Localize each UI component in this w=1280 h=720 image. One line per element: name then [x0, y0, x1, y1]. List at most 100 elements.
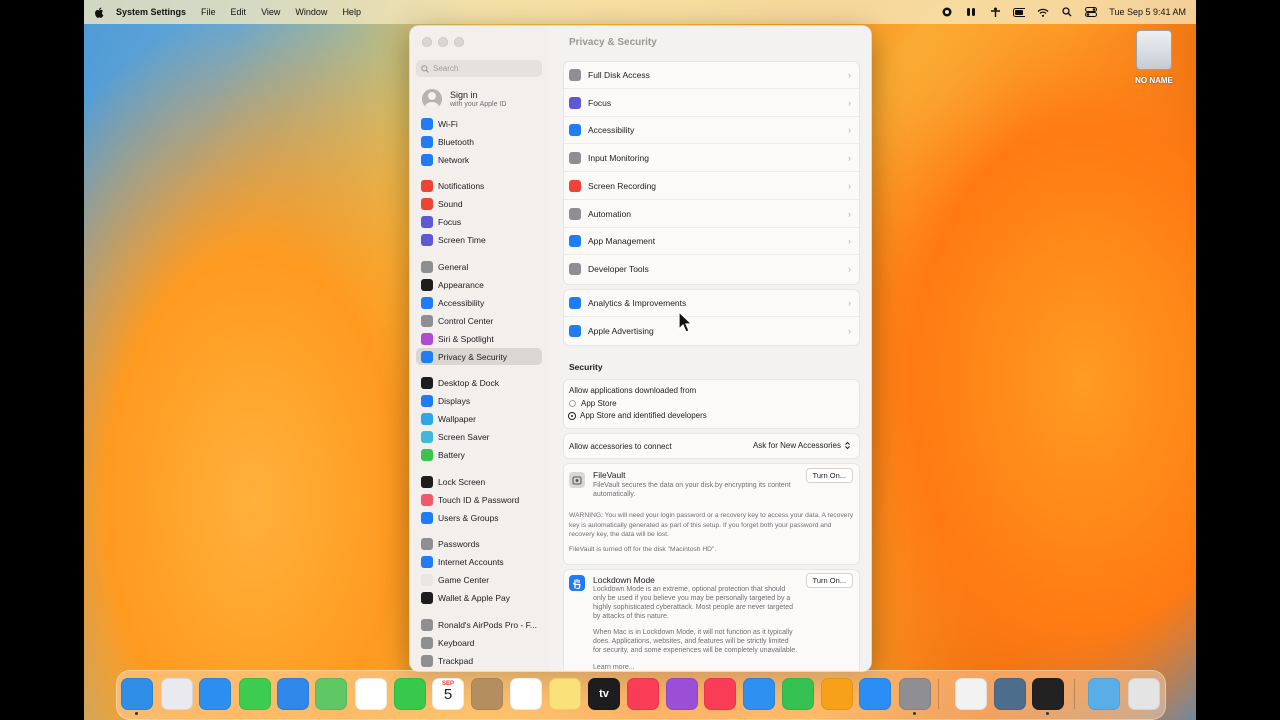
- sidebar-item-accessibility[interactable]: Accessibility: [416, 294, 542, 311]
- calendar-icon[interactable]: SEP 5: [432, 678, 464, 710]
- row-developer-tools[interactable]: Developer Tools ›: [564, 256, 859, 283]
- menu-view[interactable]: View: [261, 7, 280, 17]
- numbers-icon[interactable]: [782, 678, 814, 710]
- wifi-status-icon[interactable]: [1037, 7, 1049, 18]
- lockdown-turn-on-button[interactable]: Turn On...: [805, 573, 853, 588]
- row-focus[interactable]: Focus ›: [564, 90, 859, 117]
- sidebar-item-screen-time[interactable]: Screen Time: [416, 231, 542, 248]
- downloads-icon[interactable]: [1088, 678, 1120, 710]
- sidebar-item-wallet-apple-pay[interactable]: Wallet & Apple Pay: [416, 589, 542, 606]
- radio-app-store[interactable]: App Store: [569, 399, 617, 408]
- bell-icon: [421, 179, 433, 192]
- sidebar-item-bluetooth[interactable]: Bluetooth: [416, 133, 542, 150]
- apple-id-signin[interactable]: Sign in with your Apple ID: [422, 89, 506, 109]
- maps-icon[interactable]: [315, 678, 347, 710]
- launchpad-icon[interactable]: [161, 678, 193, 710]
- minimize-window-button[interactable]: [438, 37, 448, 47]
- airpods-status-icon[interactable]: [965, 7, 977, 18]
- sidebar-item-game-center[interactable]: Game Center: [416, 571, 542, 588]
- sidebar-item-displays[interactable]: Displays: [416, 392, 542, 409]
- facetime-icon[interactable]: [394, 678, 426, 710]
- photos-icon[interactable]: [355, 678, 387, 710]
- row-screen-recording[interactable]: Screen Recording ›: [564, 173, 859, 200]
- quicktime-icon[interactable]: [994, 678, 1026, 710]
- sidebar-item-label: Network: [438, 154, 470, 165]
- music-icon[interactable]: [627, 678, 659, 710]
- sidebar-item-screen-saver[interactable]: Screen Saver: [416, 428, 542, 445]
- row-app-management[interactable]: App Management ›: [564, 228, 859, 256]
- sidebar-item-users-groups[interactable]: Users & Groups: [416, 509, 542, 526]
- menu-clock[interactable]: Tue Sep 5 9:41 AM: [1109, 7, 1186, 17]
- airpods-icon: [421, 618, 433, 631]
- piano-icon[interactable]: [1032, 678, 1064, 715]
- dock-separator: [938, 679, 939, 709]
- spotlight-search-icon[interactable]: [1061, 7, 1073, 18]
- notes-icon[interactable]: [549, 678, 581, 710]
- menu-app-name[interactable]: System Settings: [116, 7, 186, 17]
- system-settings-icon[interactable]: [899, 678, 931, 715]
- row-input-monitoring[interactable]: Input Monitoring ›: [564, 145, 859, 173]
- safari-icon[interactable]: [199, 678, 231, 710]
- menu-help[interactable]: Help: [342, 7, 361, 17]
- sidebar-item-touch-id-password[interactable]: Touch ID & Password: [416, 491, 542, 508]
- row-full-disk-access[interactable]: Full Disk Access ›: [564, 62, 859, 89]
- sidebar-item-general[interactable]: General: [416, 258, 542, 275]
- keynote-icon[interactable]: [743, 678, 775, 710]
- app-store-icon[interactable]: [859, 678, 891, 710]
- sidebar-item-desktop-dock[interactable]: Desktop & Dock: [416, 374, 542, 391]
- menu-edit[interactable]: Edit: [231, 7, 247, 17]
- sidebar-item-trackpad[interactable]: Trackpad: [416, 652, 542, 669]
- sidebar-item-control-center[interactable]: Control Center: [416, 312, 542, 329]
- sidebar-item-notifications[interactable]: Notifications: [416, 177, 542, 194]
- chart-icon: [569, 297, 581, 309]
- sidebar-item-internet-accounts[interactable]: Internet Accounts: [416, 553, 542, 570]
- mail-icon[interactable]: [277, 678, 309, 710]
- accessories-popup[interactable]: Ask for New Accessories: [753, 441, 851, 450]
- sidebar-item-ronald-s-airpods-pro-f[interactable]: Ronald's AirPods Pro - F...: [416, 616, 542, 633]
- sidebar-item-lock-screen[interactable]: Lock Screen: [416, 473, 542, 490]
- finder-icon[interactable]: [121, 678, 153, 715]
- row-apple-advertising[interactable]: Apple Advertising ›: [564, 318, 859, 345]
- radio-app-store-identified[interactable]: App Store and identified developers: [568, 411, 707, 420]
- row-automation[interactable]: Automation ›: [564, 201, 859, 228]
- sidebar-item-keyboard[interactable]: Keyboard: [416, 634, 542, 651]
- menu-window[interactable]: Window: [295, 7, 327, 17]
- sidebar-item-focus[interactable]: Focus: [416, 213, 542, 230]
- reminders-icon[interactable]: [510, 678, 542, 710]
- close-window-button[interactable]: [422, 37, 432, 47]
- zoom-window-button[interactable]: [454, 37, 464, 47]
- row-accessibility[interactable]: Accessibility ›: [564, 117, 859, 145]
- moon-icon: [569, 96, 581, 109]
- battery-status-icon[interactable]: [1013, 7, 1026, 18]
- news-icon[interactable]: [704, 678, 736, 710]
- menu-file[interactable]: File: [201, 7, 216, 17]
- desktop-disk[interactable]: NO NAME: [1132, 30, 1176, 85]
- sidebar-item-privacy-security[interactable]: Privacy & Security: [416, 348, 542, 365]
- messages-icon[interactable]: [239, 678, 271, 710]
- accessories-label: Allow accessories to connect: [569, 442, 672, 451]
- filevault-turn-on-button[interactable]: Turn On...: [805, 468, 853, 483]
- row-label: App Management: [588, 236, 656, 247]
- search-field[interactable]: Search: [416, 60, 542, 77]
- trash-icon[interactable]: [1128, 678, 1160, 710]
- apple-menu-icon[interactable]: [94, 6, 104, 18]
- record-status-icon[interactable]: [941, 7, 953, 18]
- sidebar-item-sound[interactable]: Sound: [416, 195, 542, 212]
- sidebar-item-network[interactable]: Network: [416, 151, 542, 168]
- pages-icon[interactable]: [821, 678, 853, 710]
- sidebar-item-siri-spotlight[interactable]: Siri & Spotlight: [416, 330, 542, 347]
- podcasts-icon[interactable]: [666, 678, 698, 710]
- sidebar-item-battery[interactable]: Battery: [416, 446, 542, 463]
- accessibility-status-icon[interactable]: [989, 7, 1001, 18]
- control-center-icon[interactable]: [1085, 7, 1098, 18]
- sidebar-item-wallpaper[interactable]: Wallpaper: [416, 410, 542, 427]
- row-analytics-improvements[interactable]: Analytics & Improvements ›: [564, 290, 859, 317]
- tv-icon[interactable]: tv: [588, 678, 620, 710]
- dock: SEP 5 tv: [116, 670, 1166, 720]
- sidebar-item-passwords[interactable]: Passwords: [416, 535, 542, 552]
- contacts-icon[interactable]: [471, 678, 503, 710]
- sidebar-item-appearance[interactable]: Appearance: [416, 276, 542, 293]
- users-icon: [421, 511, 433, 524]
- textedit-icon[interactable]: [955, 678, 987, 710]
- sidebar-item-wi-fi[interactable]: Wi-Fi: [416, 115, 542, 132]
